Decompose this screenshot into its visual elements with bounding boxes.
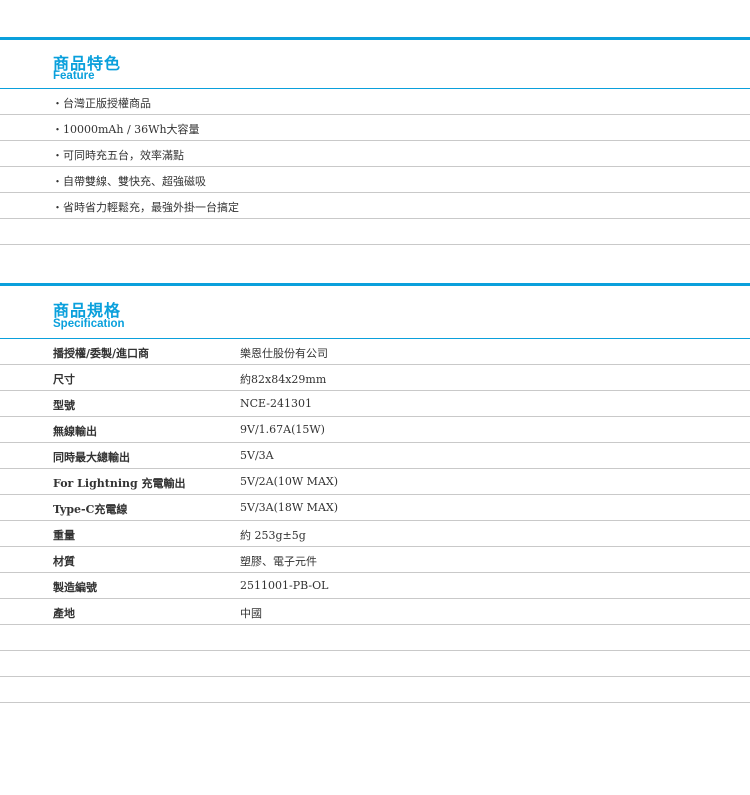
spec-empty-row bbox=[0, 677, 750, 703]
spec-row: Type-C充電線 5V/3A(18W MAX) bbox=[0, 495, 750, 521]
feature-item: ・可同時充五台，效率滿點 bbox=[0, 141, 750, 167]
spec-row: 材質 塑膠、電子元件 bbox=[0, 547, 750, 573]
spec-value: 中國 bbox=[240, 607, 262, 620]
spec-value: 約82x84x29mm bbox=[240, 373, 327, 386]
feature-item: ・台灣正版授權商品 bbox=[0, 89, 750, 115]
feature-section: 商品特色 Feature ・台灣正版授權商品 ・10000mAh / 36Wh大… bbox=[0, 37, 750, 245]
spec-label: 無線輸出 bbox=[53, 425, 97, 438]
spec-label: 同時最大總輸出 bbox=[53, 451, 130, 464]
feature-item: ・自帶雙線、雙快充、超強磁吸 bbox=[0, 167, 750, 193]
spec-value: 2511001-PB-OL bbox=[240, 579, 329, 592]
feature-subtitle: Feature bbox=[53, 70, 95, 82]
spec-value: 5V/3A(18W MAX) bbox=[240, 501, 339, 514]
spec-row: 無線輸出 9V/1.67A(15W) bbox=[0, 417, 750, 443]
spec-value: 約 253g±5g bbox=[240, 529, 306, 542]
spec-row: 播授權/委製/進口商 樂恩仕股份有公司 bbox=[0, 339, 750, 365]
feature-header: 商品特色 Feature bbox=[0, 40, 750, 89]
feature-item-text: ・10000mAh / 36Wh大容量 bbox=[52, 123, 200, 136]
spec-empty-row bbox=[0, 625, 750, 651]
spec-label: 播授權/委製/進口商 bbox=[53, 347, 150, 360]
spec-label: 尺寸 bbox=[53, 373, 75, 386]
spec-label: 型號 bbox=[53, 399, 75, 412]
spec-row: 型號 NCE-241301 bbox=[0, 391, 750, 417]
feature-empty-row bbox=[0, 219, 750, 245]
spec-row: For Lightning 充電輸出 5V/2A(10W MAX) bbox=[0, 469, 750, 495]
spec-row: 重量 約 253g±5g bbox=[0, 521, 750, 547]
spec-subtitle: Specification bbox=[53, 318, 125, 330]
feature-item-text: ・台灣正版授權商品 bbox=[52, 97, 151, 110]
spec-label: Type-C充電線 bbox=[53, 503, 128, 516]
spec-header: 商品規格 Specification bbox=[0, 286, 750, 339]
spec-row: 尺寸 約82x84x29mm bbox=[0, 365, 750, 391]
spec-value: 塑膠、電子元件 bbox=[240, 555, 317, 568]
feature-item-text: ・可同時充五台，效率滿點 bbox=[52, 149, 184, 162]
feature-item-text: ・自帶雙線、雙快充、超強磁吸 bbox=[52, 175, 206, 188]
spec-label: 製造編號 bbox=[53, 581, 97, 594]
spec-value: 9V/1.67A(15W) bbox=[240, 423, 325, 436]
spec-label: For Lightning 充電輸出 bbox=[53, 477, 186, 490]
feature-item: ・10000mAh / 36Wh大容量 bbox=[0, 115, 750, 141]
feature-item: ・省時省力輕鬆充，最強外掛一台搞定 bbox=[0, 193, 750, 219]
spec-value: 樂恩仕股份有公司 bbox=[240, 347, 328, 360]
spec-empty-row bbox=[0, 651, 750, 677]
spec-value: NCE-241301 bbox=[240, 397, 312, 410]
spec-row: 同時最大總輸出 5V/3A bbox=[0, 443, 750, 469]
spec-value: 5V/3A bbox=[240, 449, 274, 462]
spec-value: 5V/2A(10W MAX) bbox=[240, 475, 339, 488]
spec-row: 製造編號 2511001-PB-OL bbox=[0, 573, 750, 599]
spec-row: 產地 中國 bbox=[0, 599, 750, 625]
feature-item-text: ・省時省力輕鬆充，最強外掛一台搞定 bbox=[52, 201, 239, 214]
spec-label: 重量 bbox=[53, 529, 75, 542]
spec-section: 商品規格 Specification 播授權/委製/進口商 樂恩仕股份有公司 尺寸… bbox=[0, 283, 750, 703]
spec-label: 產地 bbox=[53, 607, 75, 620]
spec-label: 材質 bbox=[53, 555, 75, 568]
